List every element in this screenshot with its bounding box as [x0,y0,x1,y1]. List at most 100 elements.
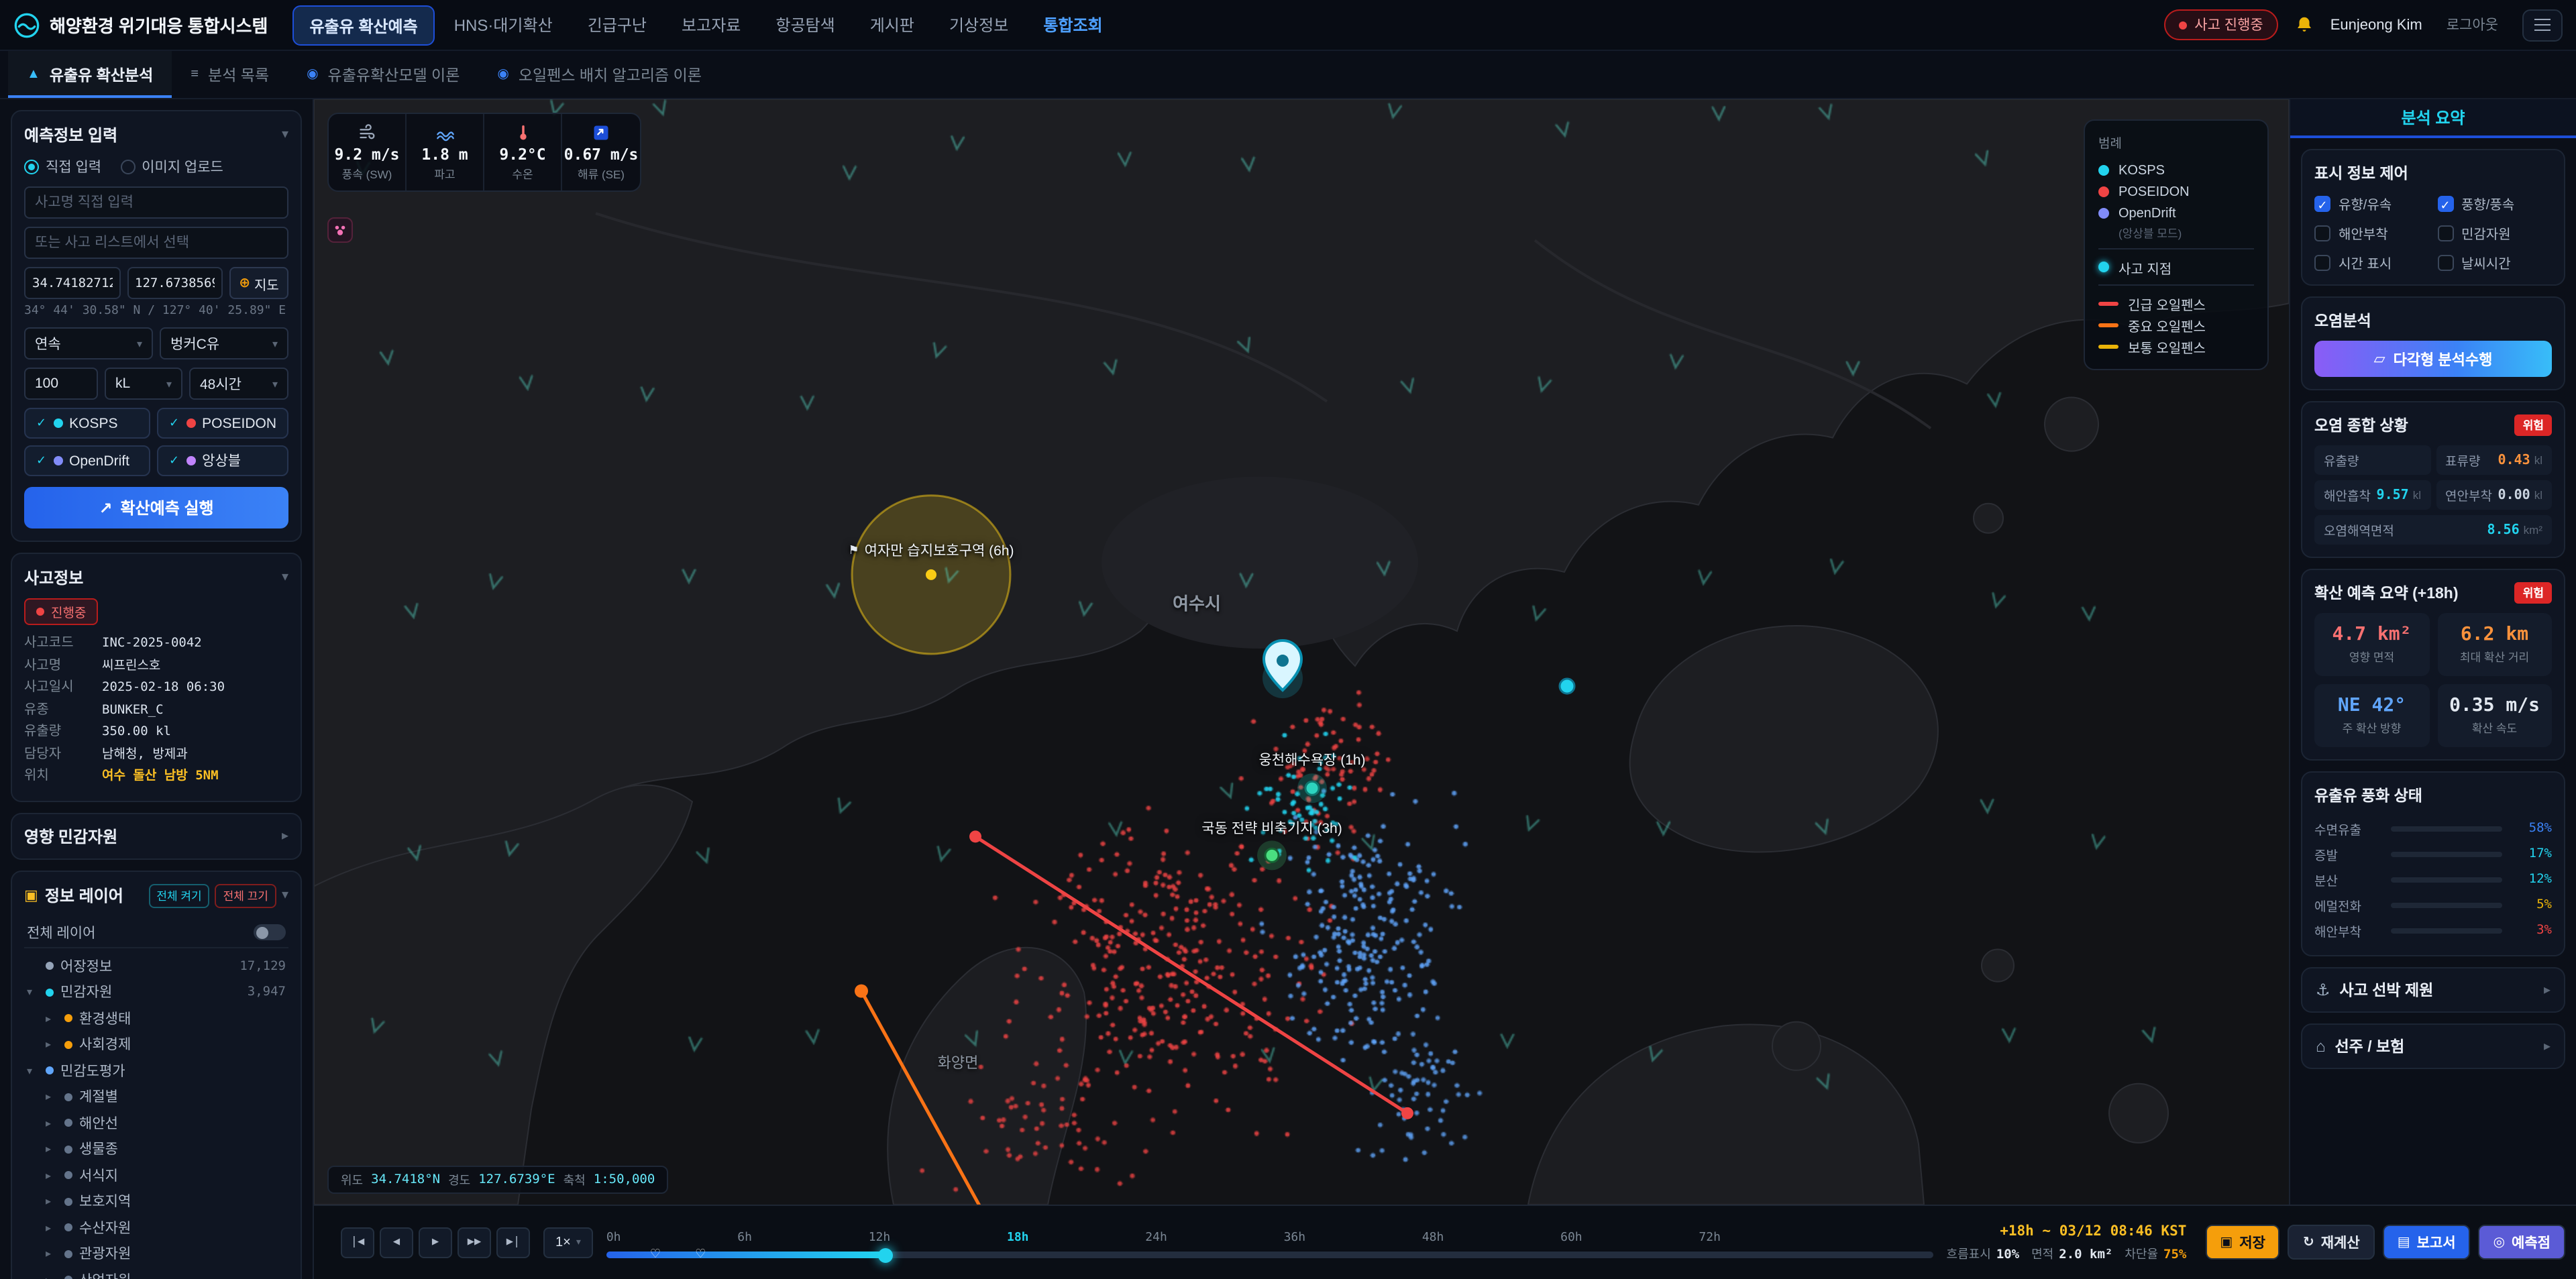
menu-button[interactable] [2522,9,2563,41]
model-toggle-chip[interactable]: ✓ KOSPS [24,408,150,439]
playback-button[interactable]: ▶ [419,1227,452,1258]
input-mode-group: 직접 입력 이미지 업로드 [24,157,288,177]
display-option-checkbox[interactable]: 날씨시간 [2437,252,2552,272]
pollution-stat-pill: 유출량 [2314,445,2430,475]
layer-list-item[interactable]: ▸ 보호지역 [24,1188,288,1215]
playback-button[interactable]: ▶| [496,1227,530,1258]
timeline-event-marker[interactable]: ♡ [650,1247,661,1262]
nav-item[interactable]: 게시판 [854,5,930,45]
chevron-right-icon: ▸ [2544,1039,2551,1054]
layer-list-item[interactable]: ▸ 환경생태 [24,1005,288,1032]
nav-item[interactable]: 통합조회 [1027,5,1118,45]
model-toggle-chip[interactable]: ✓ OpenDrift [24,445,150,476]
layers-all-on-button[interactable]: 전체 켜기 [148,883,209,907]
action-button[interactable]: ▣ 저장 [2205,1225,2280,1260]
layer-list-item[interactable]: ▸ 산업자원 [24,1267,288,1279]
sensitive-resources-header[interactable]: 영향 민감자원 ▸ [24,824,288,847]
nav-item[interactable]: 긴급구난 [572,5,663,45]
timeline-tick[interactable]: 0h [606,1232,621,1245]
layer-list-item[interactable]: ▸ 관광자원 [24,1241,288,1267]
incident-list-input[interactable] [24,227,288,259]
display-option-checkbox[interactable]: 유향/유속 [2314,193,2429,213]
layer-list-item[interactable]: ▸ 생물종 [24,1136,288,1162]
nav-item[interactable]: 항공탐색 [759,5,851,45]
nav-item[interactable]: 기상정보 [933,5,1024,45]
layer-list-item[interactable]: ▸ 사회경제 [24,1032,288,1058]
tab-item[interactable]: ≡ 분석 목록 [172,51,288,98]
incident-detail-list: 사고코드 INC-2025-0042 사고명 씨프린스호 사고일시 2025-0… [24,633,288,788]
tab-item[interactable]: ◉ 유출유확산모델 이론 [288,51,478,98]
owner-insurance-section[interactable]: ⌂ 선주 / 보험 ▸ [2301,1023,2565,1069]
display-option-checkbox[interactable]: 민감자원 [2437,223,2552,243]
map-canvas[interactable]: 9.2 m/s 풍속 (SW) 1.8 m 파고 9.2°C 수온 [314,99,2289,1205]
playback-button[interactable]: ▶▶ [458,1227,491,1258]
input-mode-radio[interactable]: 이미지 업로드 [120,157,223,177]
display-option-checkbox[interactable]: 해안부착 [2314,223,2429,243]
nav-item[interactable]: 유출유 확산예측 [292,5,435,45]
longitude-input[interactable] [127,267,223,299]
display-option-checkbox[interactable]: 풍향/풍속 [2437,193,2552,213]
timeline-tick[interactable]: 24h [1145,1232,1167,1245]
timeline-tick[interactable]: 36h [1284,1232,1306,1245]
layer-list-item[interactable]: ▸ 해안선 [24,1110,288,1136]
latitude-input[interactable] [24,267,120,299]
timeline-progress [606,1252,885,1259]
timeline-event-marker[interactable]: ♡ [695,1247,706,1262]
tab-item[interactable]: ◉ 오일펜스 배치 알고리즘 이론 [478,51,720,98]
timeline-track[interactable]: ♡ ♡ [606,1252,1933,1259]
layer-list-item[interactable]: ▸ 계절별 [24,1084,288,1110]
layer-list-item[interactable]: 어장정보 17,129 [24,953,288,979]
amount-input[interactable] [24,368,98,400]
layer-list-item[interactable]: ▾ 민감도평가 [24,1058,288,1084]
action-button[interactable]: ◎ 예측점 [2479,1225,2565,1260]
layers-all-off-button[interactable]: 전체 끄기 [215,883,276,907]
oil-type-select[interactable]: 벙커C유▾ [160,327,288,359]
legend-fence-item: 중요 오일펜스 [2098,314,2254,335]
display-option-checkbox[interactable]: 시간 표시 [2314,252,2429,272]
run-prediction-button[interactable]: ↗ 확산예측 실행 [24,487,288,529]
map-style-button[interactable] [327,217,353,243]
unit-select[interactable]: kL▾ [105,368,182,400]
check-icon: ✓ [169,416,179,431]
timeline-thumb[interactable] [877,1248,892,1263]
thermometer-icon [513,123,532,142]
master-layer-toggle[interactable] [254,924,286,940]
incident-detail-row: 유종 BUNKER_C [24,700,288,722]
pick-on-map-button[interactable]: ⊕ 지도 [229,267,288,299]
timeline-tick[interactable]: 48h [1422,1232,1444,1245]
expander-icon: ▸ [46,1013,58,1025]
tab-item[interactable]: ▲ 유출유 확산분석 [8,51,172,98]
playback-button[interactable]: ◀ [380,1227,413,1258]
timeline-tick[interactable]: 18h [1007,1232,1029,1245]
input-mode-radio[interactable]: 직접 입력 [24,157,101,177]
polygon-analysis-button[interactable]: ▱ 다각형 분석수행 [2314,341,2552,377]
chevron-down-icon: ▾ [282,127,288,142]
model-toggle-chip[interactable]: ✓ 앙상블 [157,445,288,476]
predict-card-header[interactable]: 예측정보 입력 ▾ [24,123,288,146]
logout-button[interactable]: 로그아웃 [2438,13,2506,36]
duration-select[interactable]: 48시간▾ [189,368,288,400]
layer-list-item[interactable]: ▸ 수산자원 [24,1215,288,1241]
layer-list-item[interactable]: ▸ 서식지 [24,1162,288,1188]
action-button[interactable]: ▤ 보고서 [2383,1225,2471,1260]
timeline-tick[interactable]: 60h [1560,1232,1582,1245]
layer-list-item[interactable]: ▾ 민감자원 3,947 [24,979,288,1005]
spill-type-select[interactable]: 연속▾ [24,327,153,359]
timeline-tick[interactable]: 6h [737,1232,752,1245]
model-toggle-chip[interactable]: ✓ POSEIDON [157,408,288,439]
incident-name-input[interactable] [24,186,288,219]
layers-title: 정보 레이어 [45,884,123,907]
action-button[interactable]: ↻ 재계산 [2288,1225,2375,1260]
pollution-stat-pill: 오염해역면적 8.56 km² [2314,515,2552,545]
current-cell: 0.67 m/s 해류 (SE) [562,114,640,190]
nav-item[interactable]: HNS·대기확산 [438,5,569,45]
incident-alert-badge[interactable]: 사고 진행중 [2163,9,2277,40]
ship-spec-section[interactable]: ⚓ 사고 선박 제원 ▸ [2301,967,2565,1013]
timeline-tick[interactable]: 12h [869,1232,891,1245]
nav-item[interactable]: 보고자료 [665,5,757,45]
incident-card-header[interactable]: 사고정보 ▾ [24,566,288,589]
timeline-tick[interactable]: 72h [1699,1232,1721,1245]
playback-button[interactable]: |◀ [341,1227,374,1258]
speed-select[interactable]: 1× ▾ [543,1227,593,1258]
notifications-button[interactable] [2294,15,2314,35]
